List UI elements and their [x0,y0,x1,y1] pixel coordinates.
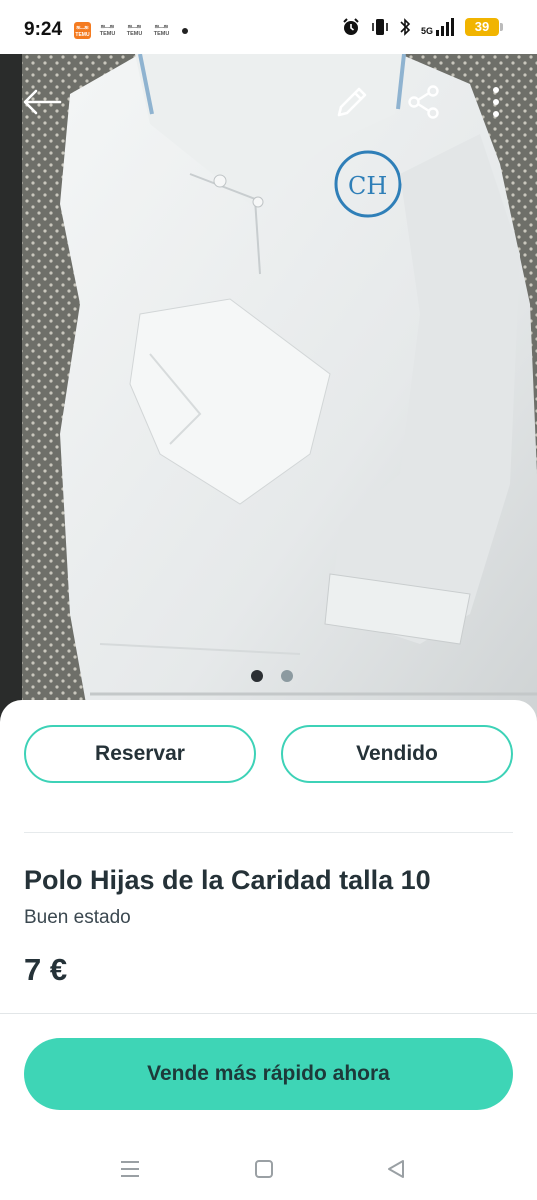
signal-icon [436,18,454,36]
temu-notification-icon: ஐ‿ஐ TEMU [153,23,170,37]
carousel-pager [0,670,537,682]
pager-dot-active[interactable] [250,670,263,682]
divider [24,832,513,833]
product-details-sheet: Reservar Vendido Polo Hijas de la Carida… [0,700,537,1200]
owner-actions: Reservar Vendido [24,725,513,783]
pencil-icon [337,87,367,117]
more-options-button[interactable] [478,80,514,124]
home-button[interactable] [244,1154,284,1184]
status-time: 9:24 [24,19,63,40]
alarm-icon [343,18,359,35]
status-bar: 9:24 ஐ‿ஐ TEMU ஐ‿ஐ TEMU ஐ‿ஐ TEMU ஐ‿ஐ TEMU 5G [0,0,537,54]
triangle-back-icon [388,1160,404,1178]
sell-faster-button[interactable]: Vende más rápido ahora [24,1038,513,1110]
notification-icons: ஐ‿ஐ TEMU ஐ‿ஐ TEMU ஐ‿ஐ TEMU ஐ‿ஐ TEMU [74,22,188,39]
more-notifications-dot-icon [182,27,188,34]
battery-icon: 39 [465,18,503,36]
share-button[interactable] [400,80,448,124]
product-price: 7 € [24,952,68,987]
share-icon [408,85,439,119]
temu-notification-icon: ஐ‿ஐ TEMU [99,23,116,37]
pager-dot[interactable] [280,670,293,682]
back-button[interactable] [18,82,66,122]
photo-toolbar [0,54,537,154]
arrow-left-icon [23,89,62,115]
network-type-label: 5G [420,26,433,36]
recent-apps-button[interactable] [110,1154,150,1184]
temu-notification-icon: ஐ‿ஐ TEMU [126,23,143,37]
edit-button[interactable] [328,80,376,124]
product-photo: CH [0,54,537,726]
product-title: Polo Hijas de la Caridad talla 10 [24,865,431,895]
more-vertical-icon [493,87,499,117]
product-photo-carousel[interactable]: CH [0,54,537,726]
vibrate-icon [372,19,388,35]
temu-app-icon: ஐ‿ஐ TEMU [74,22,91,39]
mark-sold-button[interactable]: Vendido [281,725,513,783]
square-icon [255,1160,273,1178]
bluetooth-icon [400,18,411,36]
divider [0,1013,537,1014]
back-nav-button[interactable] [376,1154,416,1184]
system-navigation-bar [0,1140,537,1200]
svg-text:CH: CH [348,172,387,200]
menu-lines-icon [121,1161,139,1177]
system-icons: 5G 39 [341,17,503,37]
product-condition: Buen estado [24,907,131,928]
reserve-button[interactable]: Reservar [24,725,256,783]
